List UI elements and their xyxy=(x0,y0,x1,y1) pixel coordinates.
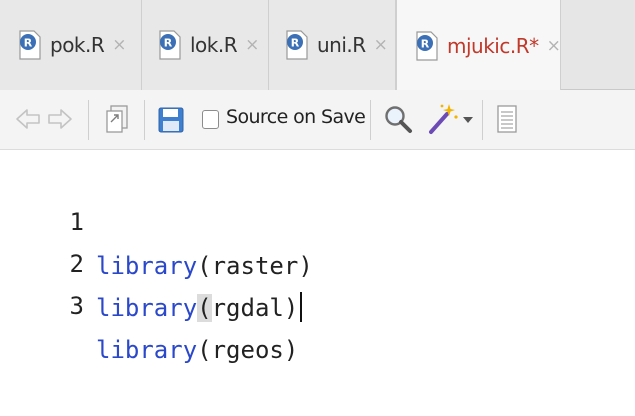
line-number: 3 xyxy=(69,292,84,320)
show-in-new-window-icon[interactable] xyxy=(104,103,132,135)
tab-label: lok.R xyxy=(190,33,238,57)
svg-text:R: R xyxy=(24,37,33,50)
r-file-icon: R xyxy=(18,30,42,60)
code-line[interactable]: 2 library(rgdal) xyxy=(0,198,635,322)
toolbar-divider xyxy=(144,100,145,140)
code-line[interactable]: 3 library(rgeos) xyxy=(0,240,635,364)
svg-text:R: R xyxy=(291,37,300,50)
code-argument: rgeos xyxy=(211,336,284,364)
text-cursor xyxy=(300,292,303,322)
close-icon[interactable]: × xyxy=(547,36,561,56)
code-editor[interactable]: 1 library(raster) 2 library(rgdal) 3 lib… xyxy=(0,150,635,364)
compile-report-icon[interactable] xyxy=(494,103,520,135)
editor-tab-strip: R pok.R × R lok.R × R uni.R × R mjukic.R… xyxy=(0,0,635,91)
tab-mjukic-r[interactable]: R mjukic.R* × xyxy=(396,0,561,91)
code-function: library xyxy=(96,336,198,364)
r-file-icon: R xyxy=(415,30,439,61)
source-on-save-checkbox[interactable] xyxy=(202,110,219,129)
code-paren-close: ) xyxy=(283,336,299,364)
code-tools-wand-icon[interactable] xyxy=(424,101,460,137)
r-file-icon: R xyxy=(158,30,182,60)
r-file-icon: R xyxy=(285,30,309,60)
close-icon[interactable]: × xyxy=(374,35,388,55)
toolbar-divider xyxy=(370,100,371,140)
close-icon[interactable]: × xyxy=(245,35,259,55)
tab-uni-r[interactable]: R uni.R × xyxy=(269,0,396,90)
chevron-down-icon[interactable] xyxy=(462,113,474,127)
svg-text:R: R xyxy=(164,37,173,50)
code-paren-open-highlighted: ( xyxy=(197,294,212,322)
source-on-save-label: Source on Save xyxy=(226,106,366,128)
toolbar-divider xyxy=(88,100,89,140)
code-paren-open: ( xyxy=(197,336,212,364)
code-function: library xyxy=(96,294,198,322)
code-argument: rgdal xyxy=(211,294,284,322)
svg-text:R: R xyxy=(421,37,430,50)
code-line[interactable]: 1 library(raster) xyxy=(0,156,635,280)
back-arrow-icon[interactable] xyxy=(14,104,42,134)
tab-pok-r[interactable]: R pok.R × xyxy=(0,0,142,90)
close-icon[interactable]: × xyxy=(112,35,126,55)
tab-label: pok.R xyxy=(50,33,105,57)
forward-arrow-icon[interactable] xyxy=(46,104,74,134)
search-icon[interactable] xyxy=(382,103,414,135)
toolbar-divider xyxy=(482,100,483,140)
tab-label: mjukic.R* xyxy=(447,33,539,58)
tab-lok-r[interactable]: R lok.R × xyxy=(142,0,269,90)
code-paren-close: ) xyxy=(283,294,299,322)
save-icon[interactable] xyxy=(156,105,186,135)
tab-label: uni.R xyxy=(317,33,366,57)
